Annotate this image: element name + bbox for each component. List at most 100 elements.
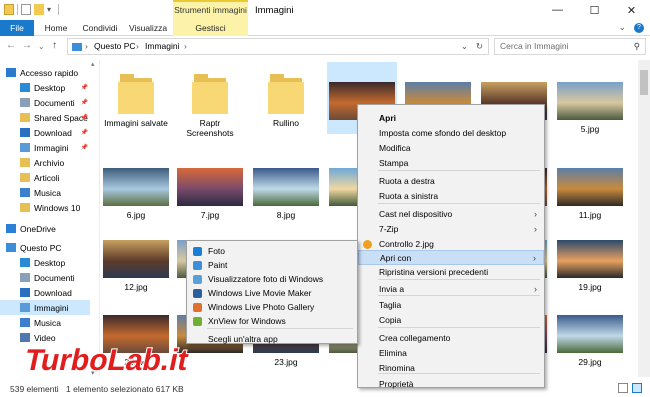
desktop-icon [20, 83, 30, 92]
open-with-item[interactable]: Foto [187, 244, 357, 258]
divider [58, 4, 59, 15]
file-item[interactable]: 8.jpg [251, 168, 321, 220]
sidebar-item[interactable]: Windows 10 [0, 200, 90, 215]
breadcrumb-questo-pc[interactable]: Questo PC [94, 41, 136, 51]
file-item[interactable]: 6.jpg [101, 168, 171, 220]
context-menu-item[interactable]: Modifica [358, 141, 544, 156]
sidebar-item[interactable]: Desktop [0, 255, 90, 270]
context-menu-item[interactable]: Elimina [358, 346, 544, 361]
pin-icon[interactable]: 📌 [81, 84, 88, 91]
submenu-arrow-icon: › [534, 284, 537, 294]
pin-icon[interactable]: 📌 [81, 129, 88, 136]
sidebar-item[interactable]: Questo PC [0, 240, 90, 255]
sidebar-item[interactable]: Immagini 📌 [0, 140, 90, 155]
folder-icon [20, 203, 30, 212]
sidebar-item[interactable]: Download 📌 [0, 125, 90, 140]
context-menu-item[interactable]: Ruota a sinistra [358, 189, 544, 204]
context-menu-item[interactable]: Ruota a destra [358, 174, 544, 189]
minimize-button[interactable]: — [539, 0, 576, 20]
forward-arrow-icon[interactable]: → [22, 40, 32, 51]
open-with-item[interactable]: Visualizzatore foto di Windows [187, 272, 357, 286]
sidebar-item[interactable]: Musica [0, 185, 90, 200]
context-menu-item[interactable]: Ripristina versioni precedenti [358, 265, 544, 280]
file-item[interactable]: 11.jpg [555, 168, 625, 220]
sidebar-item-label: Accesso rapido [20, 67, 79, 78]
scroll-up-icon[interactable]: ▴ [91, 60, 95, 68]
context-menu-item[interactable]: Stampa [358, 156, 544, 171]
context-menu-item[interactable]: Invia a › [358, 282, 544, 297]
scrollbar-thumb[interactable] [640, 70, 648, 95]
collapse-ribbon-icon[interactable]: ⌄ [618, 22, 626, 33]
customize-toolbar-icon[interactable]: ▾ [47, 4, 55, 15]
open-with-item[interactable]: Scegli un'altra app [187, 332, 357, 346]
file-item[interactable]: 5.jpg [555, 68, 625, 134]
folder-item[interactable]: Raptr Screenshots [175, 68, 245, 138]
folder-item[interactable]: Immagini salvate [101, 68, 171, 128]
sidebar-item[interactable]: Download [0, 285, 90, 300]
open-with-item[interactable]: Paint [187, 258, 357, 272]
file-item[interactable]: 19.jpg [555, 240, 625, 292]
sidebar-item[interactable]: Documenti 📌 [0, 95, 90, 110]
address-bar[interactable]: › Questo PC › Immagini › ⌄ ↻ [67, 38, 489, 55]
large-icons-view-icon[interactable] [632, 383, 642, 393]
file-item[interactable]: 29.jpg [555, 315, 625, 367]
breadcrumb-immagini[interactable]: Immagini [145, 41, 179, 51]
help-icon[interactable]: ? [634, 22, 644, 33]
context-menu-item[interactable]: Rinomina [358, 361, 544, 376]
back-arrow-icon[interactable]: ← [6, 40, 16, 51]
search-input[interactable]: Cerca in Immagini ⚲ [494, 38, 646, 55]
pin-icon[interactable]: 📌 [81, 114, 88, 121]
folder-item[interactable]: Rullino [251, 68, 321, 128]
context-menu-item[interactable]: Apri [358, 111, 544, 126]
sidebar-item[interactable]: Documenti [0, 270, 90, 285]
tab-file[interactable]: File [0, 20, 34, 36]
photos-icon [193, 247, 202, 256]
documents-icon [20, 273, 30, 282]
file-name: 29.jpg [578, 357, 602, 367]
navigation-pane: ▴ ▾ Accesso rapido Desktop 📌 Documenti 📌 Shar… [0, 60, 100, 377]
sidebar-item[interactable]: Desktop 📌 [0, 80, 90, 95]
context-menu-item[interactable]: Cast nel dispositivo › [358, 207, 544, 222]
context-menu-item[interactable]: Crea collegamento [358, 331, 544, 346]
tab-view[interactable]: Visualizza [126, 20, 170, 36]
open-with-item[interactable]: Windows Live Photo Gallery [187, 300, 357, 314]
sidebar-item[interactable]: Archivio [0, 155, 90, 170]
search-placeholder: Cerca in Immagini [500, 41, 569, 51]
sidebar-item[interactable]: OneDrive [0, 221, 90, 236]
sidebar-item[interactable]: Musica [0, 315, 90, 330]
open-with-item[interactable]: Windows Live Movie Maker [187, 286, 357, 300]
close-button[interactable]: ✕ [613, 0, 650, 20]
sidebar-scrollbar[interactable]: ▴ ▾ [90, 60, 99, 377]
file-item[interactable]: 7.jpg [175, 168, 245, 220]
context-menu-item[interactable]: Copia [358, 313, 544, 328]
context-menu-item[interactable]: Imposta come sfondo del desktop [358, 126, 544, 141]
tab-home[interactable]: Home [40, 20, 72, 36]
up-arrow-icon[interactable]: ↑ [52, 40, 57, 51]
open-with-item[interactable]: XnView for Windows [187, 314, 357, 328]
context-menu-item-label: Ruota a sinistra [379, 191, 439, 201]
content-scrollbar[interactable] [638, 60, 650, 377]
properties-icon[interactable] [21, 4, 31, 15]
image-thumbnail [557, 168, 623, 206]
folder-icon [20, 173, 30, 182]
maximize-button[interactable]: ☐ [576, 0, 613, 20]
context-menu-item[interactable]: Apri con › [358, 250, 544, 265]
tab-share[interactable]: Condividi [78, 20, 122, 36]
sidebar-item[interactable]: Articoli [0, 170, 90, 185]
pin-icon[interactable]: 📌 [81, 99, 88, 106]
details-view-icon[interactable] [618, 383, 628, 393]
context-menu-item[interactable]: Proprietà [358, 377, 544, 392]
sidebar-item[interactable]: Shared Space 📌 [0, 110, 90, 125]
pin-icon[interactable]: 📌 [81, 144, 88, 151]
address-dropdown-icon[interactable]: ⌄ [461, 41, 468, 52]
recent-locations-icon[interactable]: ⌄ [38, 42, 45, 51]
context-menu-item[interactable]: 7-Zip › [358, 222, 544, 237]
new-folder-icon[interactable] [34, 4, 44, 15]
tab-manage[interactable]: Gestisci [173, 20, 248, 36]
sidebar-item[interactable]: Immagini [0, 300, 90, 315]
refresh-icon[interactable]: ↻ [476, 41, 483, 52]
context-menu-item-label: Crea collegamento [379, 333, 451, 343]
file-item[interactable]: 12.jpg [101, 240, 171, 292]
context-menu-item[interactable]: Taglia [358, 298, 544, 313]
sidebar-item[interactable]: Accesso rapido [0, 65, 90, 80]
